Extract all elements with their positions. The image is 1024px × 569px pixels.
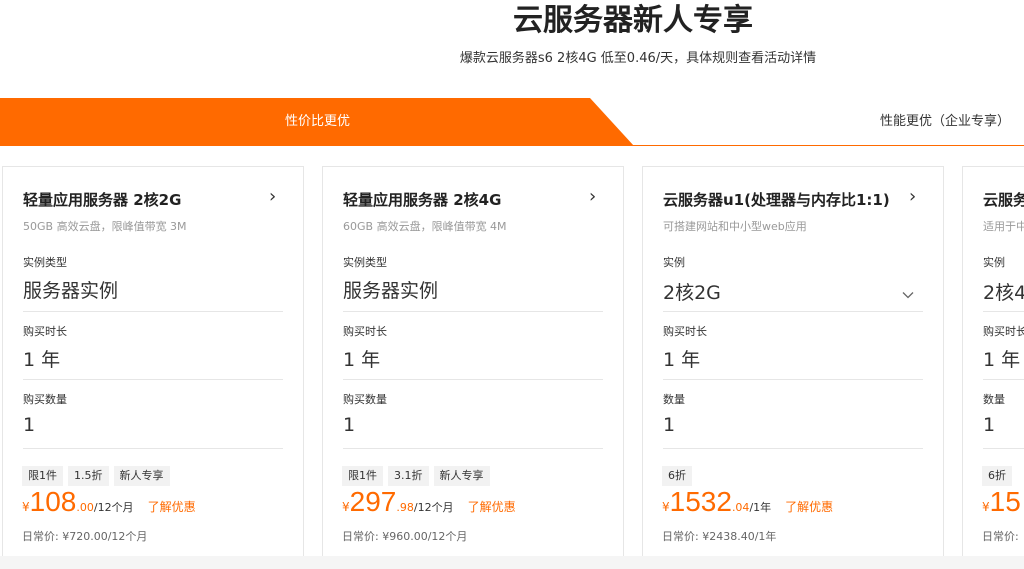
card-title[interactable]: 轻量应用服务器 2核2G bbox=[23, 189, 263, 210]
currency-symbol: ¥ bbox=[342, 500, 350, 514]
price-unit: /12个月 bbox=[93, 501, 134, 514]
chevron-right-icon[interactable]: › bbox=[909, 188, 916, 206]
duration-label: 购买时长 bbox=[23, 325, 67, 338]
tab-performance[interactable]: 性能更优（企业专享） bbox=[880, 98, 1010, 146]
duration-value[interactable]: 1 年 bbox=[663, 345, 700, 372]
price-decimal: .04 bbox=[731, 501, 750, 514]
tag-list: 6折 bbox=[982, 464, 1017, 486]
tag-list: 限1件 1.5折 新人专享 bbox=[22, 464, 175, 486]
card-title[interactable]: 云服务 bbox=[983, 189, 1024, 210]
page: 云服务器新人专享 爆款云服务器s6 2核4G 低至0.46/天，具体规则查看活动… bbox=[0, 0, 1024, 569]
price-unit: /1年 bbox=[749, 501, 772, 514]
currency-symbol: ¥ bbox=[982, 500, 990, 514]
currency-symbol: ¥ bbox=[662, 500, 670, 514]
tag: 3.1折 bbox=[388, 466, 429, 486]
regular-price: 日常价: ¥2438.40/1年 bbox=[662, 530, 777, 543]
instance-type-value[interactable]: 服务器实例 bbox=[343, 276, 438, 303]
divider bbox=[983, 379, 1024, 380]
tab-bar: 性价比更优 性能更优（企业专享） bbox=[0, 98, 1024, 146]
divider bbox=[343, 448, 603, 449]
duration-value[interactable]: 1 年 bbox=[343, 345, 380, 372]
instance-select[interactable]: 2核4 bbox=[983, 278, 1024, 305]
promo-link[interactable]: 了解优惠 bbox=[148, 500, 196, 514]
regular-price: 日常价: ¥720.00/12个月 bbox=[22, 530, 148, 543]
quantity-label: 数量 bbox=[983, 393, 1005, 406]
divider bbox=[23, 379, 283, 380]
promo-link[interactable]: 了解优惠 bbox=[468, 500, 516, 514]
divider bbox=[343, 311, 603, 312]
divider bbox=[663, 311, 923, 312]
price: ¥108.00/12个月 了解优惠 bbox=[22, 486, 196, 522]
chevron-right-icon[interactable]: › bbox=[269, 188, 276, 206]
duration-label: 购买时长 bbox=[343, 325, 387, 338]
tag: 1.5折 bbox=[68, 466, 109, 486]
tag: 新人专享 bbox=[113, 466, 170, 486]
tag: 新人专享 bbox=[433, 466, 490, 486]
tag-list: 6折 bbox=[662, 464, 697, 486]
price-integer: 108 bbox=[29, 486, 77, 517]
duration-label: 购买时长 bbox=[983, 325, 1024, 338]
price-decimal: .00 bbox=[76, 501, 94, 514]
instance-label: 实例 bbox=[983, 256, 1005, 269]
card-title[interactable]: 云服务器u1(处理器与内存比1:1) bbox=[663, 189, 903, 210]
tag: 限1件 bbox=[342, 466, 383, 486]
tag: 限1件 bbox=[22, 466, 63, 486]
price-decimal: .98 bbox=[396, 501, 414, 514]
price-unit: /12个月 bbox=[413, 501, 454, 514]
price: ¥297.98/12个月 了解优惠 bbox=[342, 486, 516, 522]
instance-select[interactable]: 2核2G bbox=[663, 278, 721, 305]
page-subtitle: 爆款云服务器s6 2核4G 低至0.46/天，具体规则查看活动详情 bbox=[459, 51, 817, 66]
price: ¥15 bbox=[982, 486, 1021, 522]
promo-link[interactable]: 了解优惠 bbox=[785, 500, 833, 514]
regular-price: 日常价: bbox=[982, 530, 1019, 543]
chevron-right-icon[interactable]: › bbox=[589, 188, 596, 206]
divider bbox=[23, 448, 283, 449]
regular-price: 日常价: ¥960.00/12个月 bbox=[342, 530, 468, 543]
card-title[interactable]: 轻量应用服务器 2核4G bbox=[343, 189, 583, 210]
tag: 6折 bbox=[982, 466, 1012, 486]
chevron-down-icon[interactable] bbox=[902, 289, 914, 301]
quantity-value[interactable]: 1 bbox=[23, 414, 35, 436]
price-integer: 297 bbox=[349, 486, 397, 517]
price-integer: 1532 bbox=[669, 486, 732, 517]
divider bbox=[23, 311, 283, 312]
card-footer-band bbox=[0, 556, 1024, 569]
card-description: 可搭建网站和中小型web应用 bbox=[663, 220, 807, 233]
duration-value[interactable]: 1 年 bbox=[983, 345, 1020, 372]
divider bbox=[983, 311, 1024, 312]
duration-value[interactable]: 1 年 bbox=[23, 345, 60, 372]
quantity-value[interactable]: 1 bbox=[663, 414, 675, 436]
quantity-value[interactable]: 1 bbox=[983, 414, 995, 436]
card-description: 60GB 高效云盘，限峰值带宽 4M bbox=[343, 220, 507, 233]
tag-list: 限1件 3.1折 新人专享 bbox=[342, 464, 495, 486]
quantity-label: 购买数量 bbox=[23, 393, 67, 406]
divider bbox=[343, 379, 603, 380]
instance-type-label: 实例类型 bbox=[23, 256, 67, 269]
quantity-label: 数量 bbox=[663, 393, 685, 406]
price-integer: 15 bbox=[989, 486, 1021, 517]
duration-label: 购买时长 bbox=[663, 325, 707, 338]
instance-type-value[interactable]: 服务器实例 bbox=[23, 276, 118, 303]
divider bbox=[983, 448, 1024, 449]
divider bbox=[663, 448, 923, 449]
instance-label: 实例 bbox=[663, 256, 685, 269]
currency-symbol: ¥ bbox=[22, 500, 30, 514]
quantity-label: 购买数量 bbox=[343, 393, 387, 406]
tab-value[interactable]: 性价比更优 bbox=[0, 98, 635, 146]
page-title: 云服务器新人专享 bbox=[513, 3, 753, 38]
card-description: 50GB 高效云盘，限峰值带宽 3M bbox=[23, 220, 187, 233]
quantity-value[interactable]: 1 bbox=[343, 414, 355, 436]
card-description: 适用于中 bbox=[983, 220, 1024, 233]
price: ¥1532.04/1年 了解优惠 bbox=[662, 486, 833, 522]
instance-type-label: 实例类型 bbox=[343, 256, 387, 269]
tag: 6折 bbox=[662, 466, 692, 486]
divider bbox=[663, 379, 923, 380]
